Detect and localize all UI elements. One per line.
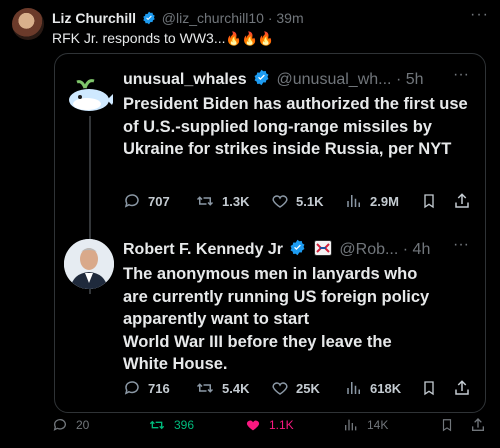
views-button[interactable]: 14K — [343, 417, 388, 433]
views-button[interactable]: 2.9M — [345, 192, 399, 210]
reply-button[interactable]: 707 — [123, 192, 170, 210]
repost-count: 1.3K — [222, 193, 250, 209]
author-handle[interactable]: @unusual_wh... — [277, 71, 392, 88]
bookmark-button[interactable] — [421, 192, 437, 215]
verified-badge-icon — [253, 69, 270, 91]
avatar[interactable] — [64, 239, 114, 289]
author-name[interactable]: unusual_whales — [123, 71, 247, 88]
like-button[interactable]: 5.1K — [271, 192, 323, 210]
repost-icon — [196, 196, 214, 206]
author-handle[interactable]: @Rob... — [339, 241, 398, 258]
share-button[interactable] — [470, 417, 486, 438]
repost-button[interactable]: 396 — [148, 417, 194, 433]
bookmark-icon — [424, 194, 434, 209]
repost-count: 396 — [174, 418, 195, 432]
reply-text-line: are currently running US foreign policy — [123, 287, 430, 306]
reply-text-line: World War III before they leave the — [123, 332, 392, 351]
tweet-text-content: RFK Jr. responds to WW3... — [52, 30, 226, 46]
reply-count: 707 — [148, 193, 170, 209]
reply-count: 716 — [148, 380, 170, 396]
reply-button[interactable]: 20 — [52, 417, 89, 433]
views-chart-icon — [347, 195, 360, 207]
tweet-text: RFK Jr. responds to WW3...🔥🔥🔥 — [52, 30, 274, 47]
timestamp[interactable]: · 5h — [396, 71, 424, 88]
reply-icon — [124, 381, 139, 395]
reply-count: 20 — [76, 418, 90, 432]
verified-badge-icon — [142, 11, 156, 28]
reply-tweet-header: Robert F. Kennedy Jr @Rob... · 4h — [123, 239, 430, 261]
author-handle[interactable]: @liz_churchill10 — [162, 10, 264, 26]
author-name[interactable]: Robert F. Kennedy Jr — [123, 241, 283, 258]
whale-logo-icon — [69, 79, 113, 111]
verified-badge-icon — [289, 239, 306, 261]
views-chart-icon — [345, 419, 357, 431]
share-icon — [455, 193, 469, 208]
like-button[interactable]: 1.1K — [245, 417, 294, 433]
views-count: 14K — [367, 418, 389, 432]
share-button[interactable] — [453, 379, 471, 402]
more-options-icon[interactable]: ··· — [453, 236, 469, 254]
heart-icon — [272, 195, 288, 208]
reply-tweet-text: The anonymous men in lanyards who are cu… — [123, 263, 478, 376]
profile-photo-icon — [64, 239, 114, 289]
reply-icon — [124, 194, 139, 208]
share-icon — [455, 380, 469, 395]
quoted-thread-card[interactable]: unusual_whales @unusual_wh... · 5h ··· P… — [54, 53, 486, 413]
avatar[interactable] — [12, 8, 44, 40]
reply-text-line: The anonymous men in lanyards who — [123, 265, 418, 283]
repost-count: 5.4K — [222, 380, 250, 396]
outer-tweet-header: Liz Churchill @liz_churchill10 · 39m — [52, 10, 304, 28]
quoted-tweet-header: unusual_whales @unusual_wh... · 5h — [123, 69, 424, 91]
repost-button[interactable]: 5.4K — [195, 379, 249, 397]
repost-icon — [196, 383, 214, 393]
bookmark-button[interactable] — [440, 417, 454, 438]
heart-icon — [272, 382, 288, 395]
reply-icon — [53, 419, 66, 431]
views-chart-icon — [347, 382, 360, 394]
reply-text-line: White House. — [123, 355, 228, 373]
affiliate-badge-icon[interactable] — [313, 239, 332, 261]
author-name[interactable]: Liz Churchill — [52, 10, 136, 26]
quoted-tweet-text: President Biden has authorized the first… — [123, 95, 468, 158]
like-button[interactable]: 25K — [271, 379, 320, 397]
views-count: 618K — [370, 380, 402, 396]
like-count: 1.1K — [269, 418, 294, 432]
bookmark-icon — [424, 381, 434, 396]
timestamp[interactable]: · 4h — [403, 241, 431, 258]
like-count: 5.1K — [296, 193, 324, 209]
views-button[interactable]: 618K — [345, 379, 401, 397]
more-options-icon[interactable]: ··· — [453, 66, 469, 84]
bookmark-icon — [442, 419, 452, 432]
timestamp[interactable]: · 39m — [268, 10, 304, 26]
bookmark-button[interactable] — [421, 379, 437, 402]
heart-icon — [246, 420, 260, 431]
views-count: 2.9M — [370, 193, 399, 209]
share-icon — [472, 418, 484, 431]
reply-button[interactable]: 716 — [123, 379, 170, 397]
reply-text-line: apparently want to start — [123, 310, 310, 328]
fire-emojis: 🔥🔥🔥 — [225, 31, 275, 46]
repost-button[interactable]: 1.3K — [195, 192, 249, 210]
like-count: 25K — [296, 380, 320, 396]
share-button[interactable] — [453, 192, 471, 215]
more-options-icon[interactable]: ··· — [470, 6, 489, 24]
repost-icon — [149, 420, 165, 430]
avatar[interactable] — [65, 68, 115, 118]
